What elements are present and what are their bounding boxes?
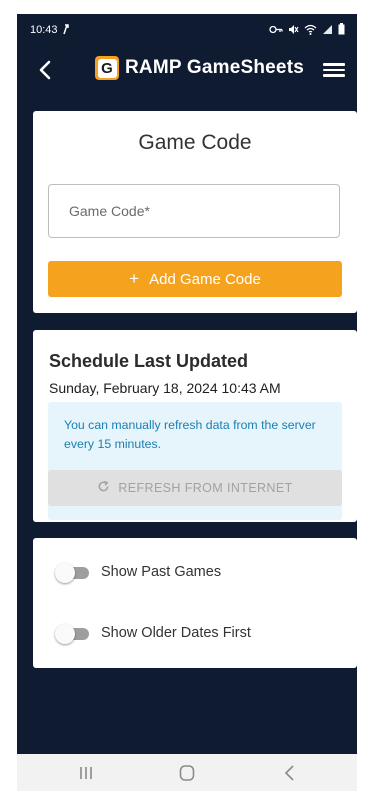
brand-logo: G <box>95 56 119 80</box>
vpn-key-icon <box>269 25 283 37</box>
battery-icon <box>338 23 345 38</box>
plus-icon: + <box>129 269 140 288</box>
home-icon[interactable] <box>175 762 199 784</box>
game-code-input[interactable] <box>67 202 321 220</box>
phone-screen: 10:43 G RAMP GameSheets Game Code Game C… <box>17 14 357 791</box>
show-past-games-toggle[interactable] <box>55 562 89 583</box>
options-card: Show Past Games Show Older Dates First <box>33 538 357 668</box>
show-older-dates-first-label: Show Older Dates First <box>101 625 251 641</box>
status-bar: 10:43 <box>17 14 357 46</box>
show-older-dates-first-row[interactable]: Show Older Dates First <box>55 621 251 645</box>
game-code-title: Game Code <box>138 131 252 154</box>
game-code-card: Game Code + Add Game Code <box>33 111 357 313</box>
game-code-input-wrapper[interactable] <box>48 184 340 238</box>
refresh-info-box: You can manually refresh data from the s… <box>48 402 342 520</box>
hamburger-menu-icon[interactable] <box>323 60 345 80</box>
show-older-dates-first-toggle[interactable] <box>55 623 89 644</box>
status-time: 10:43 <box>30 24 58 36</box>
show-past-games-row[interactable]: Show Past Games <box>55 560 221 584</box>
mute-icon <box>288 24 299 38</box>
refresh-info-text: You can manually refresh data from the s… <box>64 418 316 451</box>
location-arrow-icon <box>62 23 70 38</box>
refresh-icon <box>97 480 110 496</box>
schedule-card: Schedule Last Updated Sunday, February 1… <box>33 330 357 522</box>
signal-icon <box>322 24 333 38</box>
add-game-code-label: Add Game Code <box>149 270 261 288</box>
back-arrow-icon[interactable] <box>33 58 57 82</box>
app-title: RAMP GameSheets <box>125 57 304 78</box>
brand: G RAMP GameSheets <box>95 56 304 80</box>
brand-logo-letter: G <box>97 58 117 78</box>
wifi-icon <box>304 24 317 38</box>
app-bar: G RAMP GameSheets <box>17 46 357 94</box>
recents-icon[interactable] <box>74 762 98 784</box>
show-past-games-label: Show Past Games <box>101 564 222 580</box>
refresh-label: REFRESH FROM INTERNET <box>118 481 293 495</box>
schedule-title: Schedule Last Updated <box>49 351 249 371</box>
system-nav-bar <box>17 754 357 791</box>
back-icon[interactable] <box>278 762 302 784</box>
schedule-date: Sunday, February 18, 2024 10:43 AM <box>49 380 281 396</box>
refresh-from-internet-button[interactable]: REFRESH FROM INTERNET <box>48 470 342 506</box>
add-game-code-button[interactable]: + Add Game Code <box>48 261 342 297</box>
